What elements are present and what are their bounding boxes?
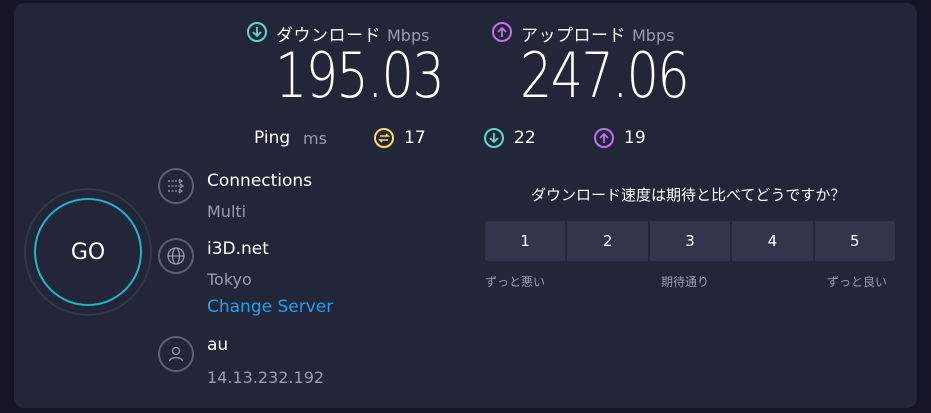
rating-option-1[interactable]: 1 bbox=[485, 221, 566, 261]
rating-option-2[interactable]: 2 bbox=[567, 221, 648, 261]
download-latency-icon bbox=[484, 128, 504, 148]
upload-latency-icon bbox=[594, 128, 614, 148]
ping-row: Ping bbox=[254, 128, 290, 148]
upload-latency-value: 19 bbox=[624, 128, 646, 148]
rating-high-label: ずっと良い bbox=[827, 275, 888, 289]
server-location: Tokyo bbox=[207, 270, 252, 289]
survey-question: ダウンロード速度は期待と比べてどうですか？ bbox=[531, 186, 846, 204]
connections-icon bbox=[158, 168, 194, 204]
rating-option-5[interactable]: 5 bbox=[814, 221, 896, 261]
server-name: i3D.net bbox=[207, 239, 269, 259]
download-speed-value: 195.03 bbox=[275, 39, 445, 112]
rating-option-4[interactable]: 4 bbox=[732, 221, 813, 261]
connections-mode: Multi bbox=[207, 202, 247, 221]
download-latency-value: 22 bbox=[514, 128, 536, 148]
ping-unit-wrap: ms bbox=[303, 129, 327, 148]
results-panel bbox=[14, 3, 917, 408]
rating-mid-label: 期待通り bbox=[661, 275, 710, 289]
idle-latency-icon bbox=[374, 128, 394, 148]
go-button-label: GO bbox=[70, 239, 106, 265]
upload-speed-value: 247.06 bbox=[520, 39, 690, 112]
change-server-link[interactable]: Change Server bbox=[207, 297, 333, 317]
provider-name: au bbox=[207, 335, 229, 355]
provider-ip: 14.13.232.192 bbox=[207, 368, 325, 387]
ping-label: Ping bbox=[254, 128, 291, 148]
ping-unit: ms bbox=[303, 129, 327, 148]
globe-icon bbox=[158, 238, 194, 274]
download-arrow-icon bbox=[247, 22, 267, 42]
rating-low-label: ずっと悪い bbox=[485, 275, 546, 289]
user-icon bbox=[158, 336, 194, 372]
upload-arrow-icon bbox=[492, 22, 512, 42]
go-button[interactable]: GO bbox=[34, 198, 142, 306]
idle-latency-value: 17 bbox=[404, 128, 426, 148]
connections-title: Connections bbox=[207, 171, 313, 191]
rating-scale: 1 2 3 4 5 bbox=[485, 221, 896, 261]
rating-option-3[interactable]: 3 bbox=[649, 221, 731, 261]
